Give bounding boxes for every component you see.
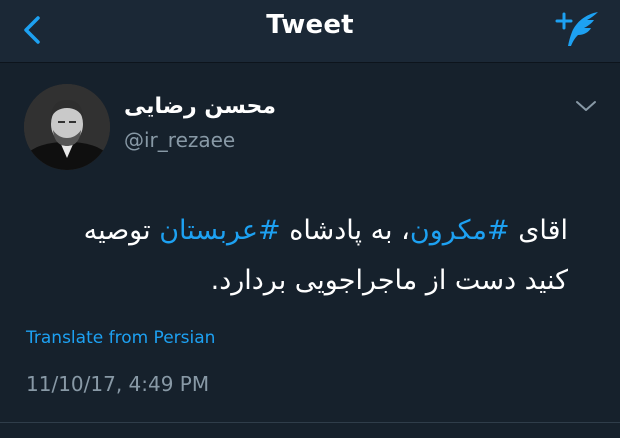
chevron-down-icon (576, 101, 596, 111)
hashtag-link[interactable]: #مکرون (410, 215, 510, 246)
translate-link[interactable]: Translate from Persian (26, 328, 215, 348)
tweet-text-line-2: کنید دست از ماجراجویی بردارد. (210, 265, 568, 296)
profile-photo-icon (24, 84, 110, 170)
compose-tweet-button[interactable] (554, 8, 600, 50)
page-title: Tweet (266, 10, 354, 40)
tweet-options-button[interactable] (574, 98, 598, 114)
hashtag-link[interactable]: #عربستان (159, 215, 280, 246)
nav-bar: Tweet (0, 0, 620, 63)
tweet-detail-screen: Tweet محسن رضایی @ir_rezaee اقای #مکرون،… (0, 0, 620, 438)
tweet-text-segment: توصیه (83, 215, 160, 246)
avatar[interactable] (24, 84, 110, 170)
divider (0, 422, 620, 423)
tweet-text-line-1: اقای #مکرون، به پادشاه #عربستان توصیه (28, 206, 568, 256)
tweet-text-segment: اقای (509, 215, 568, 246)
tweet-timestamp: 11/10/17, 4:49 PM (26, 372, 210, 396)
compose-tweet-icon (555, 12, 598, 46)
author-handle[interactable]: @ir_rezaee (124, 128, 235, 152)
author-display-name[interactable]: محسن رضایی (124, 94, 276, 119)
tweet-text-segment: ، به پادشاه (280, 215, 410, 246)
tweet-text: اقای #مکرون، به پادشاه #عربستان توصیه کن… (28, 206, 568, 306)
